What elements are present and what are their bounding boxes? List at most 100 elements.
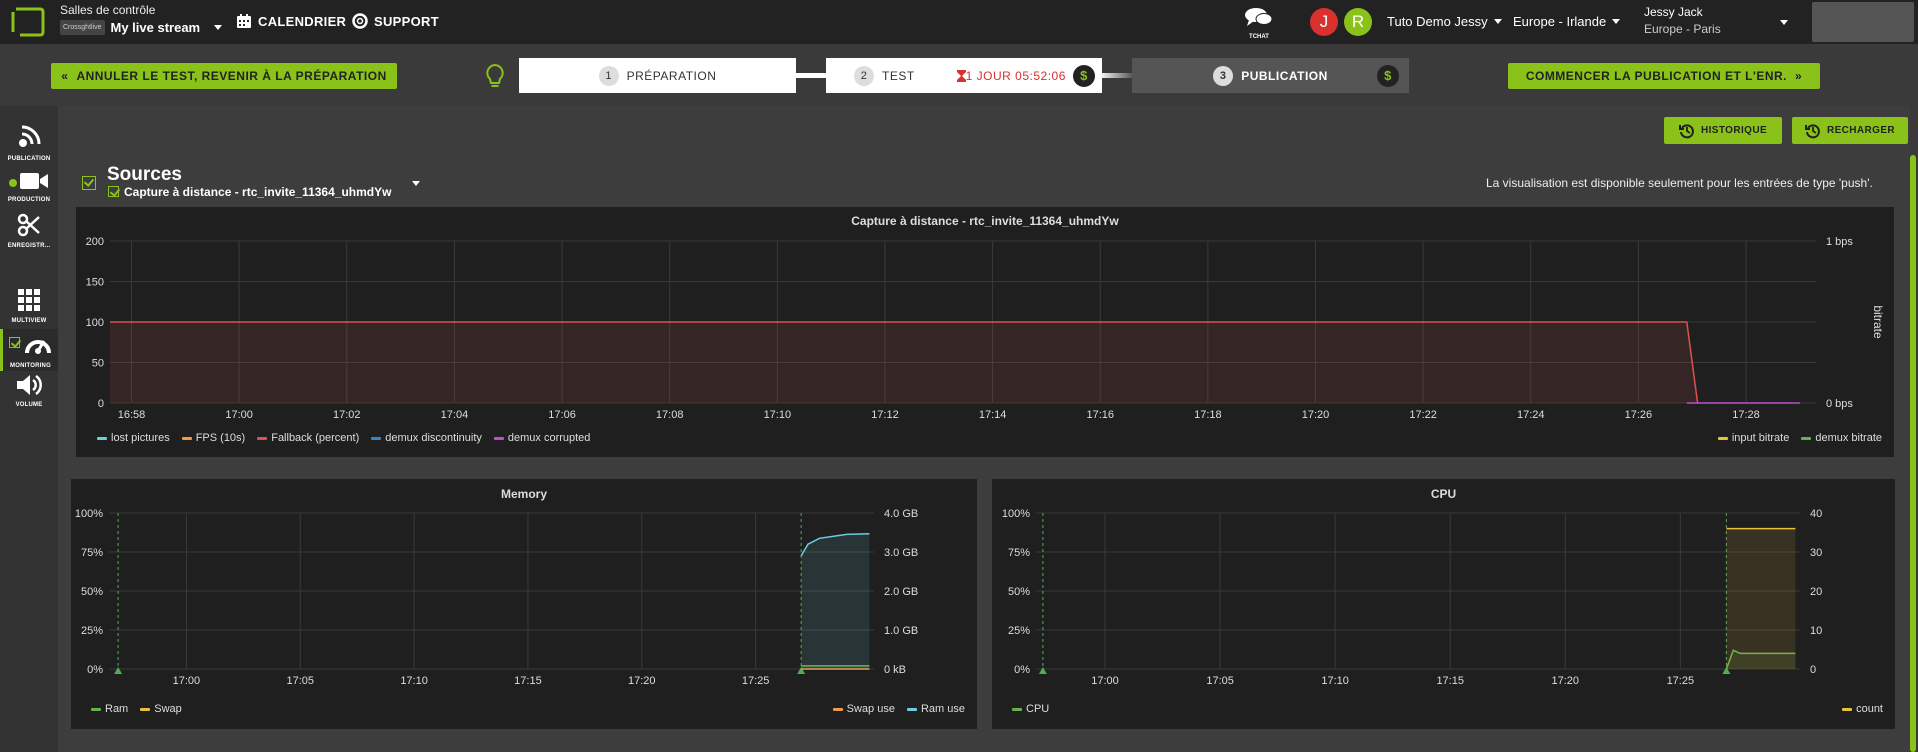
x-tick-label: 17:12 [871, 409, 899, 421]
cpu-chart[interactable]: 0% 25% 50% 75% 100% 0 10 20 30 40 17:00 17:05 17:10 1… [992, 479, 1895, 729]
history-button[interactable]: HISTORIQUE [1664, 117, 1782, 144]
legend-item[interactable]: demux corrupted [493, 432, 590, 444]
sidebar-item-publication[interactable]: PUBLICATION [0, 124, 58, 162]
calendar-link[interactable]: CALENDRIER [236, 13, 346, 29]
step-connector [795, 73, 827, 78]
reload-icon [1804, 123, 1820, 138]
legend-item[interactable]: Ram use [906, 703, 965, 715]
status-dot [9, 179, 17, 187]
y-tick-label: 75% [81, 547, 103, 559]
sources-checkbox[interactable] [82, 176, 96, 190]
source-selected[interactable]: Capture à distance - rtc_invite_11364_uh… [124, 185, 391, 199]
sidebar-item-recording[interactable]: ENREGISTR... [0, 213, 58, 249]
lifebuoy-icon [352, 13, 368, 29]
sidebar-item-label: MONITORING [10, 363, 51, 369]
y2-tick-label: 2.0 GB [884, 586, 918, 598]
y-tick-label: 0% [1014, 664, 1030, 676]
lightbulb-icon[interactable] [484, 63, 506, 89]
y2-tick-label: 0 kB [884, 664, 906, 676]
history-icon [1678, 123, 1694, 138]
x-tick-label: 17:05 [1206, 675, 1234, 687]
sidebar-item-volume[interactable]: VOLUME [0, 374, 58, 408]
x-tick-label: 17:16 [1086, 409, 1114, 421]
legend-item[interactable]: demux discontinuity [371, 432, 482, 444]
avatar[interactable]: J [1310, 8, 1338, 36]
control-room-label: Salles de contrôle [60, 3, 156, 17]
x-tick-label: 17:22 [1409, 409, 1437, 421]
legend-item[interactable]: CPU [1012, 703, 1049, 715]
grid-icon [18, 289, 40, 311]
event-marker-arrow [114, 667, 123, 674]
control-room-selector[interactable]: Salles de contrôle Crossghtlive My live … [60, 3, 223, 35]
source-chart-panel: Capture à distance - rtc_invite_11364_uh… [76, 207, 1894, 457]
active-check-icon [9, 337, 20, 348]
legend-item[interactable]: Ram [91, 703, 128, 715]
app-logo-icon[interactable] [10, 6, 46, 38]
sources-title: Sources [107, 164, 182, 185]
account-name: Tuto Demo Jessy [1387, 14, 1488, 29]
x-tick-label: 17:10 [1321, 675, 1349, 687]
step-test[interactable]: 2 TEST 1 JOUR 05:52:06 $ [826, 58, 1102, 93]
legend-item[interactable]: Fallback (percent) [257, 432, 359, 444]
x-tick-label: 17:25 [742, 675, 770, 687]
dollar-icon: $ [1377, 64, 1399, 87]
chart-legend: CPU [1012, 703, 1049, 715]
chart-legend-right: Swap use Ram use [832, 703, 965, 715]
user-thumbnail [1812, 2, 1914, 42]
sidebar-item-monitoring[interactable]: MONITORING [0, 329, 58, 371]
x-tick-label: 17:28 [1732, 409, 1760, 421]
avatar[interactable]: R [1344, 8, 1372, 36]
legend-item[interactable]: count [1842, 703, 1883, 715]
step-label: PRÉPARATION [626, 68, 717, 83]
x-tick-label: 17:00 [225, 409, 253, 421]
chevron-down-icon [214, 25, 223, 30]
reload-label: RECHARGER [1826, 125, 1896, 136]
push-only-note: La visualisation est disponible seulemen… [1486, 176, 1873, 190]
y2-tick-label: 20 [1810, 586, 1822, 598]
legend-item[interactable]: input bitrate [1717, 432, 1789, 444]
legend-item[interactable]: Swap [140, 703, 182, 715]
event-marker-arrow [1038, 667, 1047, 674]
source-chart[interactable]: 0 50 100 150 200 0 bps 1 bps 16:58 17:00 17:02 17:… [76, 207, 1894, 457]
region-selector[interactable]: Europe - Irlande [1513, 14, 1621, 29]
step-publication[interactable]: 3 PUBLICATION $ [1132, 58, 1409, 93]
sidebar-item-multiview[interactable]: MULTIVIEW [0, 288, 58, 324]
dollar-icon: $ [1073, 64, 1095, 87]
legend-item[interactable]: demux bitrate [1801, 432, 1882, 444]
y-tick-label: 0 [98, 398, 104, 410]
memory-chart[interactable]: 0% 25% 50% 75% 100% 0 kB 1.0 GB 2.0 GB 3.0 GB 4.0… [71, 479, 977, 729]
reload-button[interactable]: RECHARGER [1792, 117, 1908, 144]
legend-item[interactable]: FPS (10s) [181, 432, 245, 444]
y2-tick-label: 0 [1810, 664, 1816, 676]
series-area [110, 322, 1698, 403]
y2-tick-label: 1 bps [1826, 236, 1853, 248]
sidebar-item-label: PRODUCTION [7, 197, 51, 203]
start-publication-button[interactable]: COMMENCER LA PUBLICATION ET L'ENR. » [1508, 63, 1820, 89]
chevron-down-icon[interactable] [412, 181, 420, 186]
chat-button[interactable]: TCHAT [1244, 6, 1274, 40]
memory-chart-panel: Memory 0% 25% 50% 75% 100% 0 kB 1.0 GB 2.0 GB 3.… [71, 479, 977, 729]
x-tick-label: 17:20 [1302, 409, 1330, 421]
user-name: Jessy Jack [1644, 5, 1703, 19]
step-label: PUBLICATION [1241, 68, 1328, 83]
step-preparation[interactable]: 1 PRÉPARATION [519, 58, 796, 93]
sidebar-item-production[interactable]: PRODUCTION [0, 171, 58, 203]
legend-item[interactable]: lost pictures [97, 432, 170, 444]
y-tick-label: 25% [1008, 625, 1030, 637]
account-selector[interactable]: Tuto Demo Jessy [1387, 14, 1502, 29]
legend-item[interactable]: Swap use [832, 703, 895, 715]
user-menu[interactable]: Jessy Jack Europe - Paris [1644, 5, 1721, 36]
sidebar-item-label: PUBLICATION [7, 156, 51, 162]
x-tick-label: 17:24 [1517, 409, 1545, 421]
cancel-test-button[interactable]: « ANNULER LE TEST, REVENIR À LA PRÉPARAT… [51, 63, 397, 89]
source-checkbox[interactable] [108, 186, 119, 197]
y2-tick-label: 4.0 GB [884, 508, 918, 520]
step-label: TEST [882, 68, 915, 83]
y-tick-label: 150 [86, 277, 104, 289]
chevron-down-icon[interactable] [1780, 20, 1788, 25]
support-link[interactable]: SUPPORT [352, 13, 439, 29]
scrollbar[interactable] [1910, 155, 1916, 752]
calendar-label: CALENDRIER [258, 13, 347, 29]
hourglass-icon [956, 69, 966, 82]
history-label: HISTORIQUE [1700, 125, 1768, 136]
